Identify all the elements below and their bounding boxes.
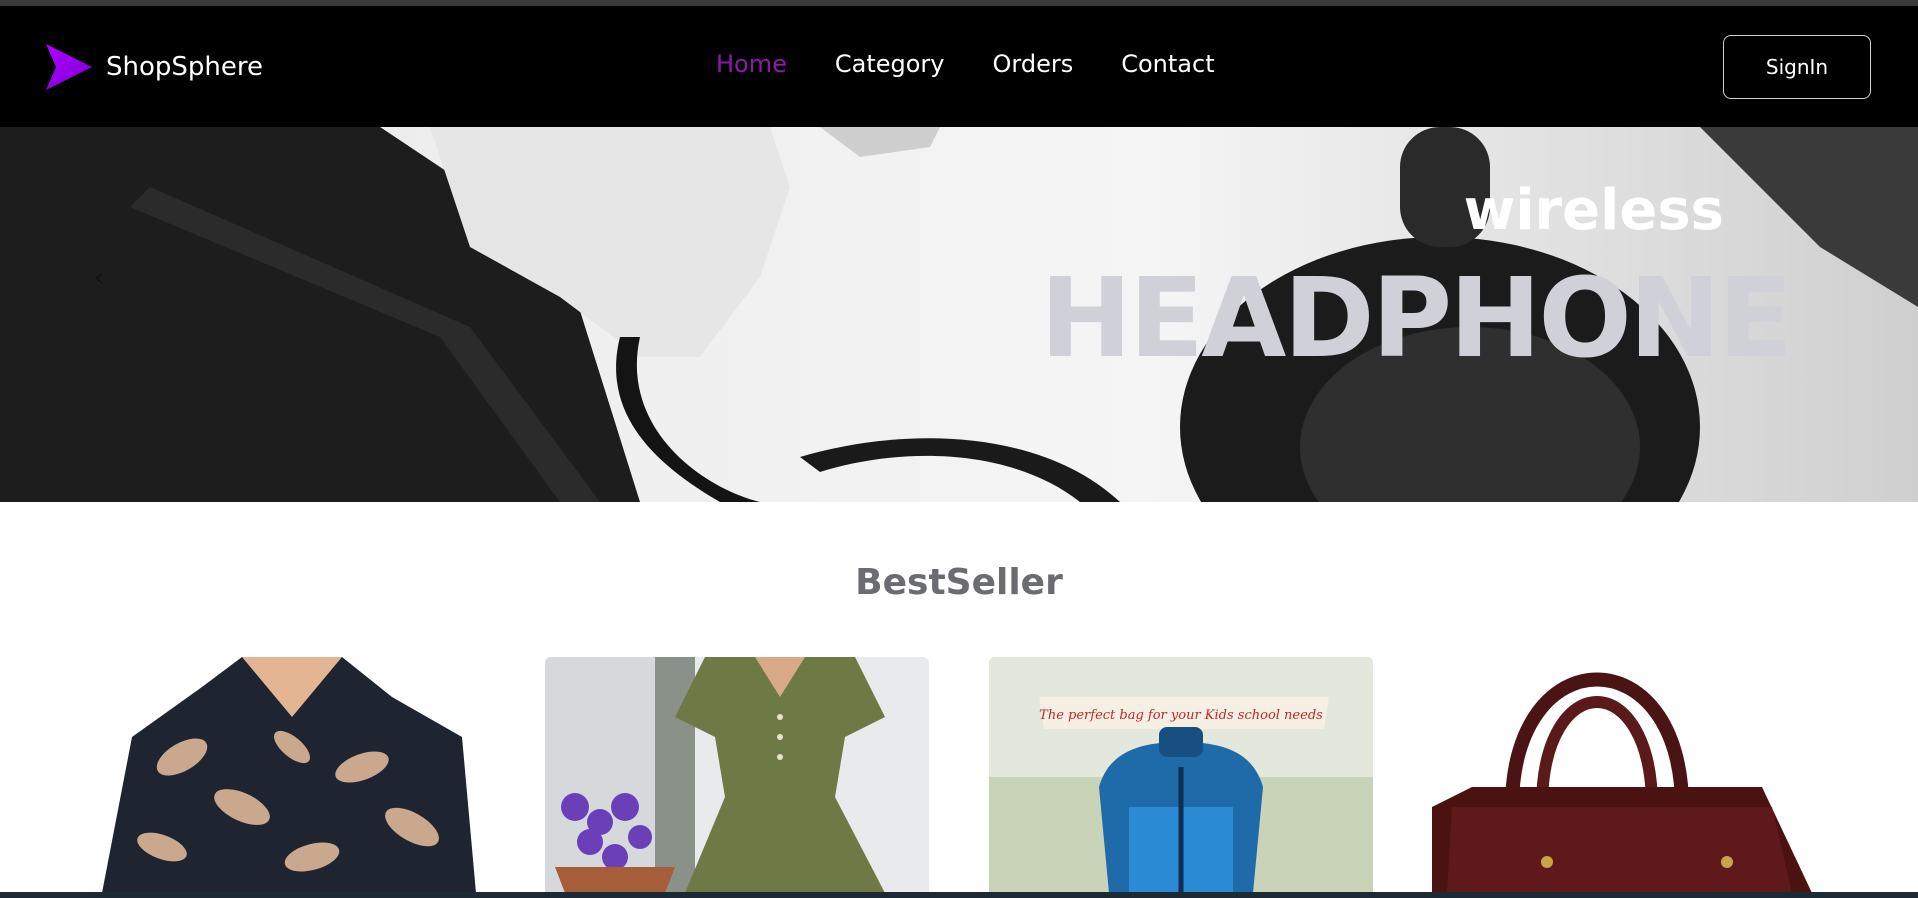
- chevron-logo-icon: [46, 44, 92, 90]
- window-bottom-border: [0, 892, 1918, 898]
- signin-button[interactable]: SignIn: [1723, 35, 1871, 99]
- hero-subtitle: wireless: [1463, 178, 1724, 243]
- nav-link-contact[interactable]: Contact: [1121, 50, 1214, 78]
- nav-link-orders[interactable]: Orders: [993, 50, 1074, 78]
- carousel-prev-icon[interactable]: ‹: [94, 263, 104, 293]
- brand-logo[interactable]: ShopSphere: [44, 42, 263, 92]
- green-dress-image: [545, 657, 929, 893]
- hero-carousel: ‹ wireless HEADPHONE: [0, 127, 1918, 502]
- navbar: ShopSphere Home Category Orders Contact …: [0, 6, 1918, 127]
- leather-handbag-image: [1432, 657, 1816, 893]
- bestseller-heading: BestSeller: [855, 562, 1063, 603]
- hero-title: HEADPHONE: [1040, 254, 1793, 382]
- school-backpack-image: The perfect bag for your Kids school nee…: [989, 657, 1373, 893]
- nav-link-category[interactable]: Category: [835, 50, 945, 78]
- product-card[interactable]: [545, 657, 929, 893]
- product-card[interactable]: [1432, 657, 1816, 893]
- floral-shirt-image: [92, 657, 476, 893]
- product-card[interactable]: [92, 657, 476, 893]
- main-nav: Home Category Orders Contact: [716, 50, 1263, 78]
- nav-link-home[interactable]: Home: [716, 50, 787, 78]
- brand-name: ShopSphere: [106, 52, 263, 82]
- product-card[interactable]: The perfect bag for your Kids school nee…: [989, 657, 1373, 893]
- backpack-caption: The perfect bag for your Kids school nee…: [1039, 708, 1323, 723]
